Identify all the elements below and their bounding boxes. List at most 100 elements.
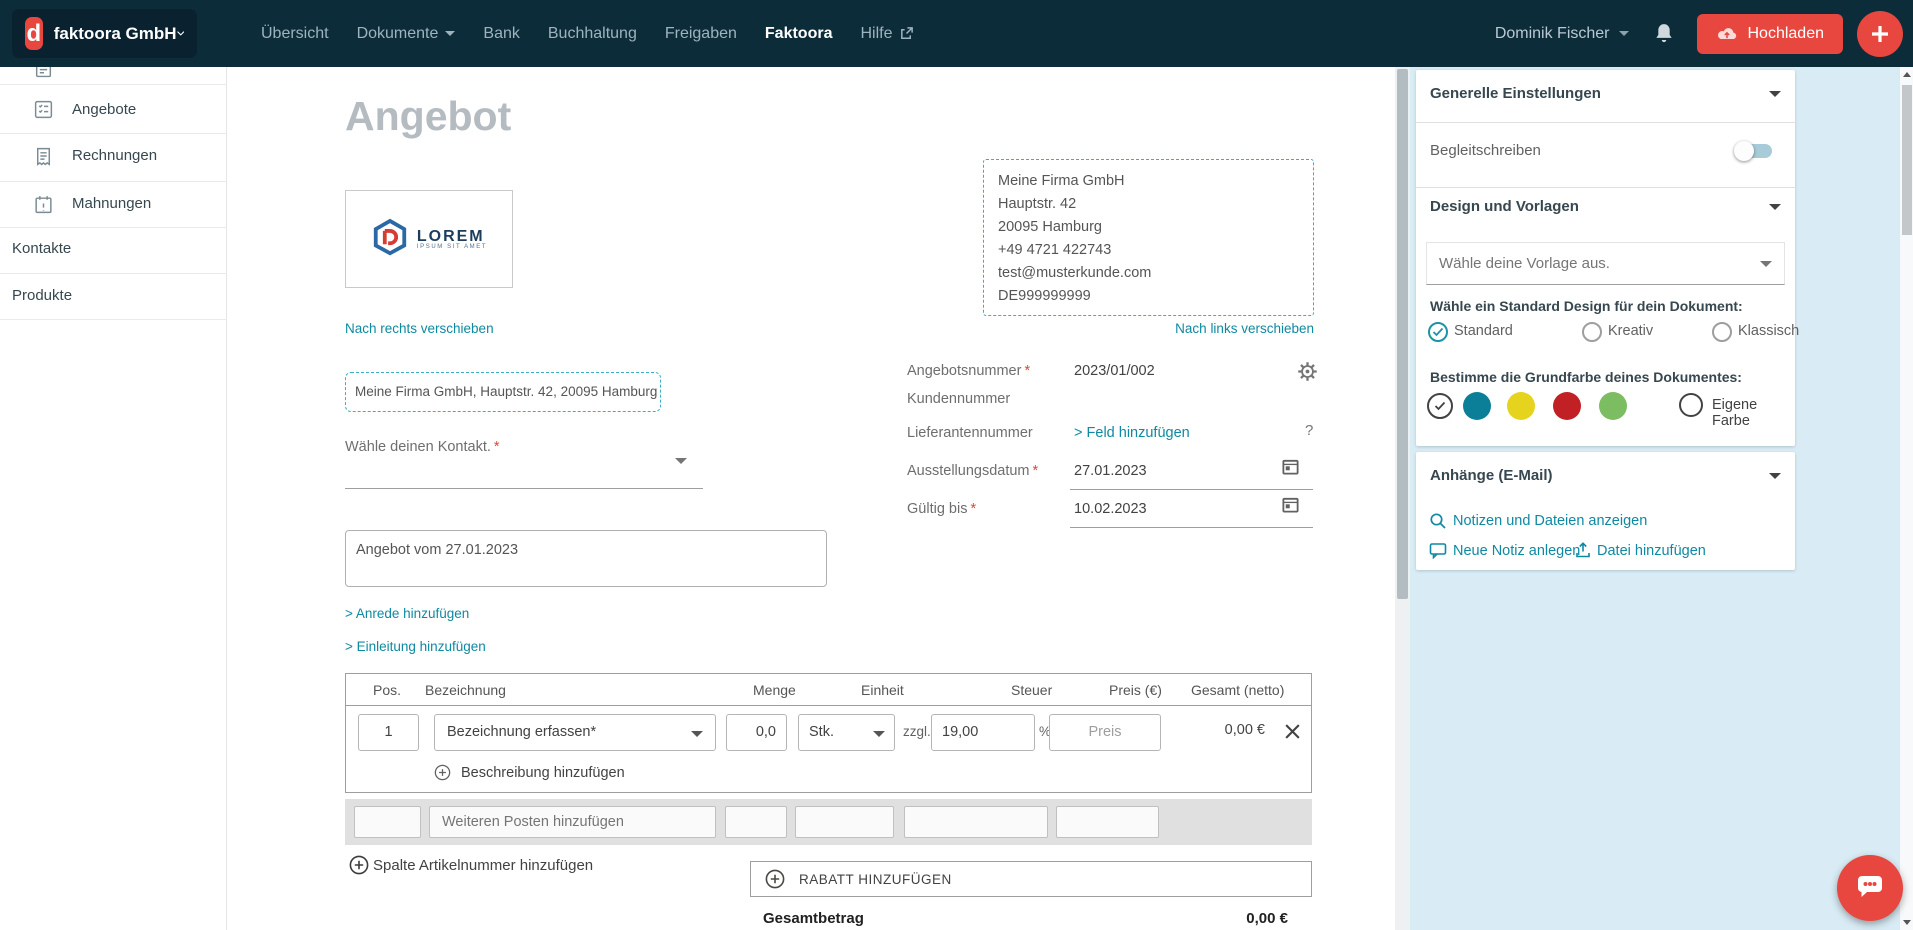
swatch-default-selected[interactable] <box>1427 393 1453 419</box>
page-scrollbar-thumb[interactable] <box>1902 85 1912 235</box>
calendar-icon[interactable] <box>1281 457 1300 476</box>
show-notes-files-link[interactable]: Notizen und Dateien anzeigen <box>1453 513 1647 529</box>
radio-klassisch[interactable] <box>1712 322 1732 342</box>
template-select[interactable]: Wähle deine Vorlage aus. <box>1426 242 1785 285</box>
quantity-input[interactable]: 0,0 <box>726 714 787 751</box>
add-file-link[interactable]: Datei hinzufügen <box>1597 543 1706 559</box>
document-icon <box>33 67 54 78</box>
nav-hilfe[interactable]: Hilfe <box>860 25 914 43</box>
radio-label[interactable]: Klassisch <box>1738 323 1799 339</box>
new-note-link[interactable]: Neue Notiz anlegen <box>1453 543 1580 559</box>
nav-faktoora[interactable]: Faktoora <box>765 25 833 43</box>
chevron-down-icon <box>873 731 885 737</box>
radio-custom-color[interactable] <box>1679 393 1703 417</box>
circle-plus-icon <box>349 855 369 875</box>
add-row-button[interactable]: Weiteren Posten hinzufügen <box>429 806 716 838</box>
note-bubble-icon <box>1429 542 1447 559</box>
price-input[interactable]: Preis <box>1049 714 1161 751</box>
pos-input[interactable]: 1 <box>358 714 419 751</box>
divider <box>0 319 227 320</box>
accordion-caret-icon[interactable] <box>1769 91 1781 97</box>
radio-kreativ[interactable] <box>1582 322 1602 342</box>
add-field-link[interactable]: > Feld hinzufügen <box>1074 425 1190 441</box>
address-line: test@musterkunde.com <box>998 262 1313 285</box>
sidebar-item-produkte[interactable]: Produkte <box>12 287 72 304</box>
intro-textarea[interactable]: Angebot vom 27.01.2023 <box>345 530 827 587</box>
divider <box>0 273 227 274</box>
faktoora-logo: d <box>25 17 43 50</box>
gear-icon[interactable] <box>1297 361 1318 382</box>
swatch-teal[interactable] <box>1463 392 1491 420</box>
add-description-link[interactable]: Beschreibung hinzufügen <box>434 764 625 781</box>
content-scrollbar-thumb[interactable] <box>1397 69 1408 599</box>
nav-dokumente[interactable]: Dokumente <box>357 25 456 43</box>
remove-row-icon[interactable] <box>1283 722 1302 741</box>
col-header-gesamt: Gesamt (netto) <box>1191 682 1284 698</box>
swatch-green[interactable] <box>1599 392 1627 420</box>
move-logo-right-link[interactable]: Nach rechts verschieben <box>345 321 494 336</box>
add-discount-button[interactable]: RABATT HINZUFÜGEN <box>750 861 1312 897</box>
accordion-caret-icon[interactable] <box>1769 473 1781 479</box>
design-choice-label: Wähle ein Standard Design für dein Dokum… <box>1430 298 1743 314</box>
date-input[interactable]: 27.01.2023 <box>1074 463 1147 479</box>
divider <box>1416 122 1795 123</box>
add-row-cell[interactable] <box>725 806 787 838</box>
field-value[interactable]: 2023/01/002 <box>1074 363 1155 379</box>
unit-select[interactable]: Stk. <box>798 714 895 751</box>
scroll-down-arrow[interactable] <box>1903 920 1911 925</box>
col-header-bezeichnung: Bezeichnung <box>425 682 506 698</box>
help-icon[interactable]: ? <box>1305 422 1313 439</box>
field-row-kundennummer: Kundennummer <box>907 387 1319 411</box>
nav-buchhaltung[interactable]: Buchhaltung <box>548 25 637 43</box>
add-row-cell[interactable] <box>795 806 894 838</box>
sidebar-item-kontakte[interactable]: Kontakte <box>12 240 71 257</box>
col-header-menge: Menge <box>753 682 796 698</box>
nav-uebersicht[interactable]: Übersicht <box>261 25 329 43</box>
company-logo-upload[interactable]: LOREM IPSUM SIT AMET <box>345 190 513 288</box>
base-color-label: Bestimme die Grundfarbe deines Dokumente… <box>1430 369 1742 385</box>
swatch-yellow[interactable] <box>1507 392 1535 420</box>
bell-icon[interactable] <box>1653 22 1675 46</box>
calendar-icon[interactable] <box>1281 495 1300 514</box>
nav-bank[interactable]: Bank <box>483 25 519 43</box>
chevron-down-icon <box>445 31 455 36</box>
address-line: Meine Firma GmbH <box>998 170 1313 193</box>
swatch-red[interactable] <box>1553 392 1581 420</box>
add-salutation-link[interactable]: > Anrede hinzufügen <box>345 606 469 621</box>
accordion-caret-icon[interactable] <box>1769 204 1781 210</box>
circle-plus-icon <box>434 764 451 781</box>
radio-standard[interactable] <box>1428 322 1448 342</box>
top-navbar: d faktoora GmbH Übersicht Dokumente Bank… <box>0 0 1913 67</box>
cover-letter-toggle[interactable] <box>1734 141 1774 161</box>
add-introduction-link[interactable]: > Einleitung hinzufügen <box>345 639 486 654</box>
nav-freigaben[interactable]: Freigaben <box>665 25 737 43</box>
tax-input[interactable]: 19,00 <box>931 714 1035 751</box>
contact-select-underline[interactable] <box>345 488 703 489</box>
company-switcher[interactable]: d faktoora GmbH <box>12 9 197 58</box>
date-input[interactable]: 10.02.2023 <box>1074 501 1147 517</box>
add-row-cell[interactable] <box>1056 806 1159 838</box>
sender-line-field[interactable]: Meine Firma GmbH, Hauptstr. 42, 20095 Ha… <box>345 372 661 412</box>
divider <box>1416 187 1795 188</box>
user-menu[interactable]: Dominik Fischer <box>1495 25 1629 43</box>
scroll-up-arrow[interactable] <box>1903 72 1911 77</box>
add-article-column-link[interactable]: Spalte Artikelnummer hinzufügen <box>349 855 593 875</box>
custom-color-label[interactable]: Eigene Farbe <box>1712 397 1795 429</box>
add-new-button[interactable] <box>1857 11 1903 57</box>
recipient-address-block[interactable]: Meine Firma GmbH Hauptstr. 42 20095 Hamb… <box>983 159 1314 316</box>
field-label: Kundennummer <box>907 387 1070 411</box>
chat-support-button[interactable] <box>1837 855 1903 921</box>
logo-letter: d <box>27 20 42 48</box>
description-select[interactable]: Bezeichnung erfassen* <box>434 714 716 751</box>
table-row: 1 Bezeichnung erfassen* 0,0 Stk. zzgl. 1… <box>345 706 1312 793</box>
chevron-down-icon[interactable] <box>675 458 687 464</box>
radio-label[interactable]: Kreativ <box>1608 323 1653 339</box>
field-label: Lieferantennummer <box>907 421 1070 445</box>
radio-label[interactable]: Standard <box>1454 323 1513 339</box>
move-address-left-link[interactable]: Nach links verschieben <box>983 321 1314 336</box>
upload-button[interactable]: Hochladen <box>1697 14 1844 54</box>
page-scrollbar <box>1899 67 1913 930</box>
add-row-cell[interactable] <box>904 806 1048 838</box>
add-row-cell[interactable] <box>354 806 421 838</box>
cover-letter-label: Begleitschreiben <box>1430 142 1541 159</box>
